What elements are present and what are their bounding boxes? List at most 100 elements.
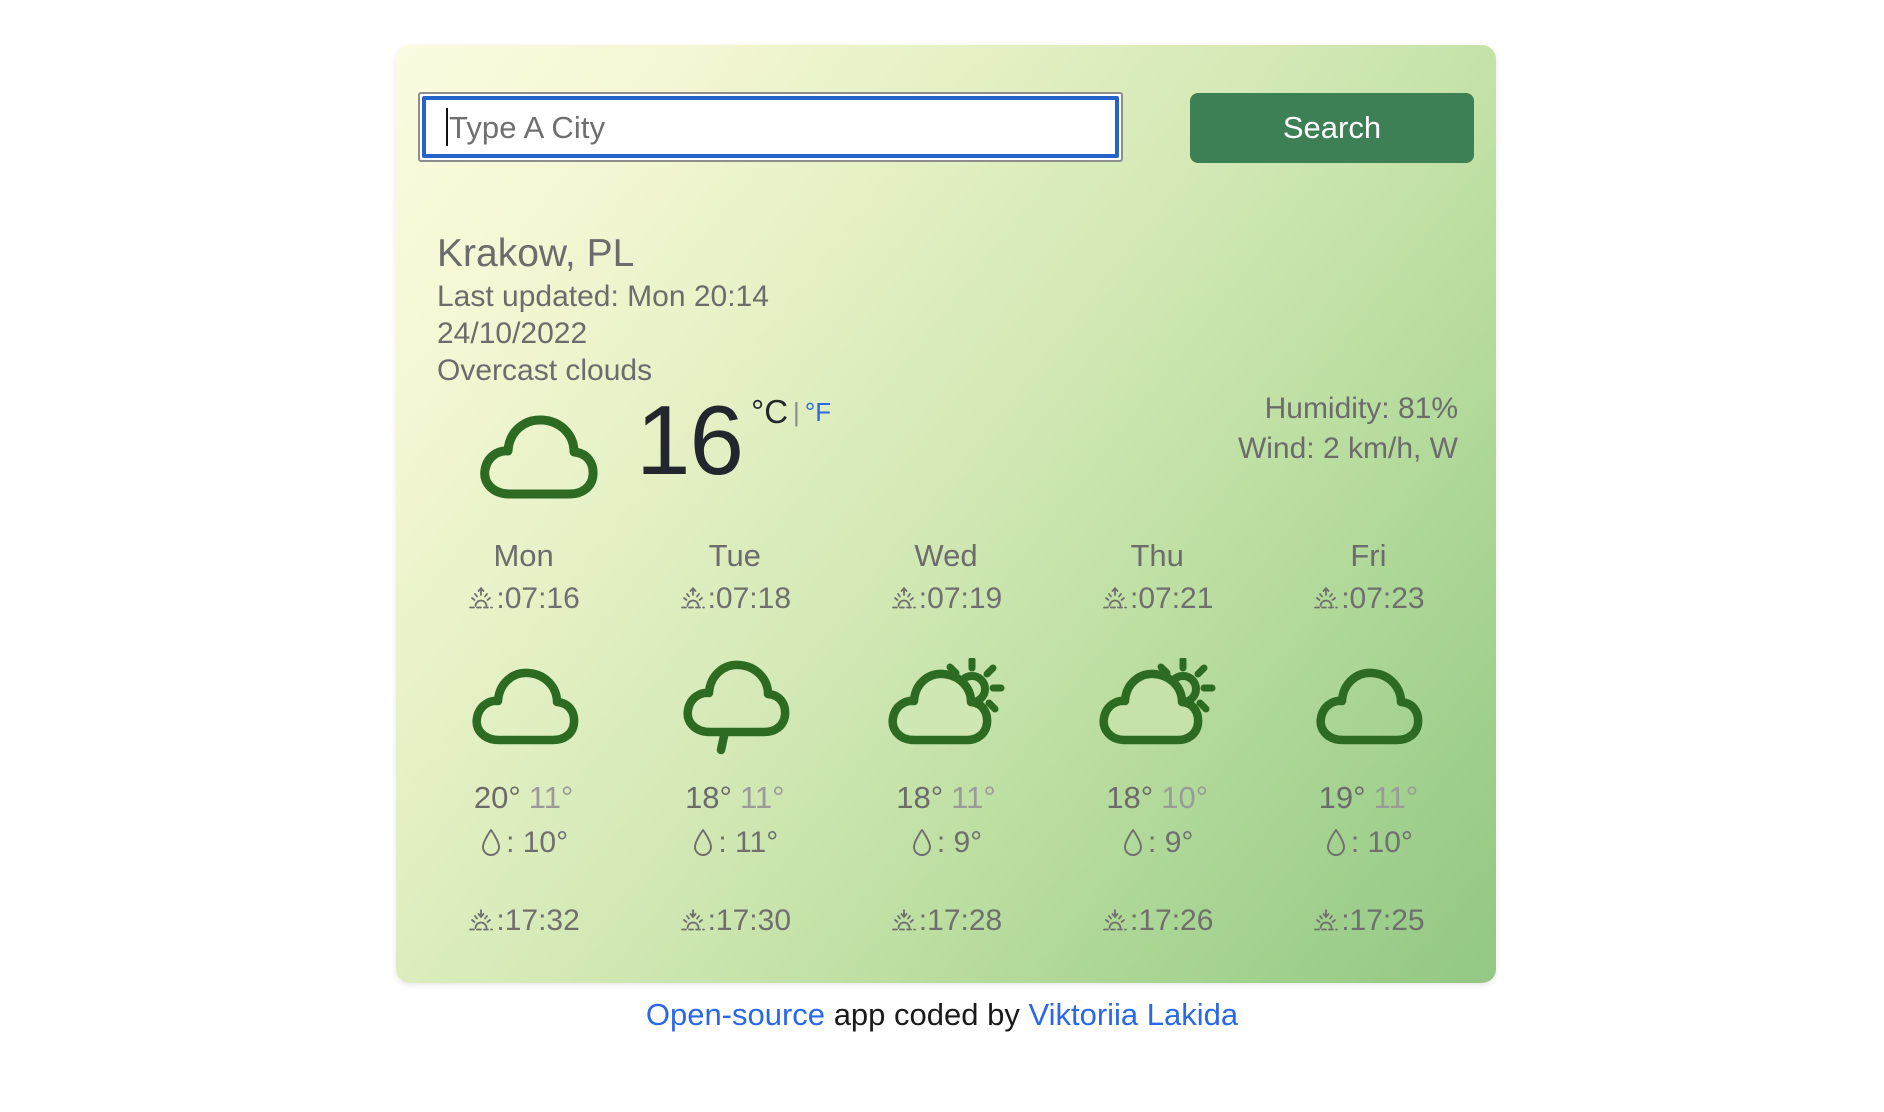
- forecast-sunset: :17:26: [1052, 899, 1263, 943]
- raindrop-icon: [1124, 829, 1142, 856]
- forecast-day-0: Mon :07:16 20° 11°: 10°:17:32: [418, 535, 629, 943]
- forecast-temp-max: 18°: [896, 780, 944, 815]
- forecast-precip-value: : 10°: [1350, 826, 1413, 859]
- forecast-day-label: Wed: [914, 538, 978, 573]
- forecast-weather-icon-wrap: [418, 655, 629, 763]
- forecast-precip-value: : 10°: [506, 826, 569, 859]
- forecast-sunrise-time: :07:18: [707, 582, 792, 615]
- author-link[interactable]: Viktoriia Lakida: [1028, 997, 1238, 1032]
- forecast-sunrise: :07:19: [840, 577, 1051, 621]
- forecast-sunrise-time: :07:19: [918, 582, 1003, 615]
- wind-value: Wind: 2 km/h, W: [1237, 432, 1458, 465]
- forecast-sunrise: :07:18: [629, 577, 840, 621]
- forecast-day-label: Fri: [1350, 538, 1387, 573]
- forecast-day-label: Tue: [708, 538, 761, 573]
- forecast-sunset-time: :17:25: [1341, 904, 1425, 937]
- sunrise-icon: [469, 586, 494, 609]
- forecast-temp-min: 11°: [739, 780, 785, 815]
- overcast-cloud-icon: [472, 668, 578, 745]
- forecast-weather-icon-wrap: [840, 655, 1051, 763]
- forecast-temp-min: 11°: [951, 780, 996, 815]
- current-date: 24/10/2022: [437, 317, 588, 350]
- forecast-weather-icon-wrap: [629, 655, 840, 763]
- search-row: Type A City Search: [418, 92, 1474, 164]
- forecast-day-3: Thu :07:21 18° 10°: 9°:17:26: [1052, 535, 1263, 943]
- forecast-sunrise-time: :07:21: [1130, 582, 1214, 615]
- forecast-day-1: Tue :07:18 18° 11°: 11°:17:30: [629, 535, 840, 943]
- search-input-focus-ring[interactable]: Type A City: [422, 96, 1119, 158]
- forecast-precip-value: : 9°: [1148, 826, 1194, 859]
- unit-celsius-active: °C: [751, 393, 789, 430]
- raindrop-icon: [912, 829, 931, 856]
- raindrop-icon: [482, 829, 501, 856]
- sun-behind-cloud-icon: [888, 658, 1005, 745]
- unit-toggle[interactable]: °C | °F: [751, 393, 831, 431]
- forecast-temps: 18° 11°: [840, 775, 1051, 821]
- forecast-sunset: :17:28: [840, 899, 1051, 943]
- search-input-wrapper[interactable]: Type A City: [418, 92, 1123, 162]
- forecast-sunset-time: :17:32: [496, 904, 580, 937]
- sunrise-icon: [680, 586, 705, 609]
- sunset-icon: [680, 909, 705, 931]
- forecast-precip-value: : 9°: [936, 826, 983, 859]
- forecast-sunrise: :07:23: [1263, 577, 1474, 621]
- forecast-weather-icon-wrap: [1263, 655, 1474, 763]
- forecast-sunset-time: :17:28: [918, 904, 1003, 937]
- raindrop-icon: [1326, 829, 1345, 856]
- forecast-temp-max: 18°: [1106, 780, 1154, 815]
- unit-fahrenheit-link[interactable]: °F: [805, 393, 831, 431]
- footer-text: app coded by: [833, 997, 1020, 1032]
- last-updated: Last updated: Mon 20:14: [437, 280, 769, 313]
- forecast-precipitation: : 10°: [1263, 821, 1474, 865]
- weather-card: Type A City Search Krakow, PL Last updat…: [396, 45, 1496, 983]
- current-location-block: Krakow, PL Last updated: Mon 20:14 24/10…: [437, 230, 769, 389]
- humidity-value: Humidity: 81%: [1264, 392, 1458, 425]
- sun-behind-cloud-icon: [1099, 658, 1216, 745]
- forecast-precipitation: : 11°: [629, 821, 840, 865]
- forecast-precipitation: : 10°: [418, 821, 629, 865]
- forecast-temp-max: 20°: [473, 780, 521, 815]
- forecast-temps: 20° 11°: [418, 775, 629, 821]
- forecast-sunrise: :07:16: [418, 577, 629, 621]
- forecast-temps: 18° 11°: [629, 775, 840, 821]
- forecast-sunrise-time: :07:16: [496, 582, 580, 615]
- sunset-icon: [469, 909, 494, 931]
- forecast-sunset: :17:25: [1263, 899, 1474, 943]
- overcast-cloud-icon: [472, 402, 602, 517]
- forecast-temp-max: 18°: [685, 780, 732, 815]
- forecast-weather-icon-wrap: [1052, 655, 1263, 763]
- forecast-day-4: Fri :07:23 19° 11°: 10°:17:25: [1263, 535, 1474, 943]
- current-conditions-row: 16 °C | °F Humidity: 81% Wind: 2 km/h, W: [396, 385, 1496, 527]
- forecast-sunset: :17:30: [629, 899, 840, 943]
- forecast-precip-value: : 11°: [718, 826, 779, 859]
- sunset-icon: [1103, 909, 1127, 931]
- forecast-sunrise-time: :07:23: [1341, 582, 1425, 615]
- open-source-link[interactable]: Open-source: [646, 997, 825, 1032]
- sunrise-icon: [1103, 586, 1127, 609]
- current-temperature-group: 16 °C | °F: [636, 385, 831, 495]
- sunset-icon: [891, 909, 916, 931]
- forecast-temp-max: 19°: [1318, 780, 1366, 815]
- current-conditions-details: Humidity: 81% Wind: 2 km/h, W: [1238, 389, 1458, 469]
- search-button[interactable]: Search: [1190, 93, 1474, 163]
- search-input-placeholder: Type A City: [449, 109, 606, 145]
- unit-separator: |: [793, 397, 800, 427]
- forecast-sunrise: :07:21: [1052, 577, 1263, 621]
- forecast-precipitation: : 9°: [1052, 821, 1263, 865]
- forecast-temp-min: 11°: [1373, 780, 1419, 815]
- forecast-temp-min: 11°: [528, 780, 574, 815]
- forecast-sunset: :17:32: [418, 899, 629, 943]
- sunrise-icon: [891, 586, 916, 609]
- raindrop-icon: [694, 829, 713, 856]
- app-root: Type A City Search Krakow, PL Last updat…: [0, 0, 1884, 1112]
- forecast-temps: 18° 10°: [1052, 775, 1263, 821]
- forecast-sunset-time: :17:26: [1130, 904, 1214, 937]
- forecast-day-2: Wed :07:19 18° 11°: 9°:17:28: [840, 535, 1051, 943]
- forecast-day-label: Mon: [493, 538, 554, 573]
- weather-description: Overcast clouds: [437, 354, 653, 387]
- overcast-cloud-icon: [1316, 668, 1423, 745]
- forecast-temp-min: 10°: [1161, 780, 1209, 815]
- city-name: Krakow, PL: [437, 232, 635, 275]
- forecast-precipitation: : 9°: [840, 821, 1051, 865]
- current-temperature: 16: [636, 385, 744, 495]
